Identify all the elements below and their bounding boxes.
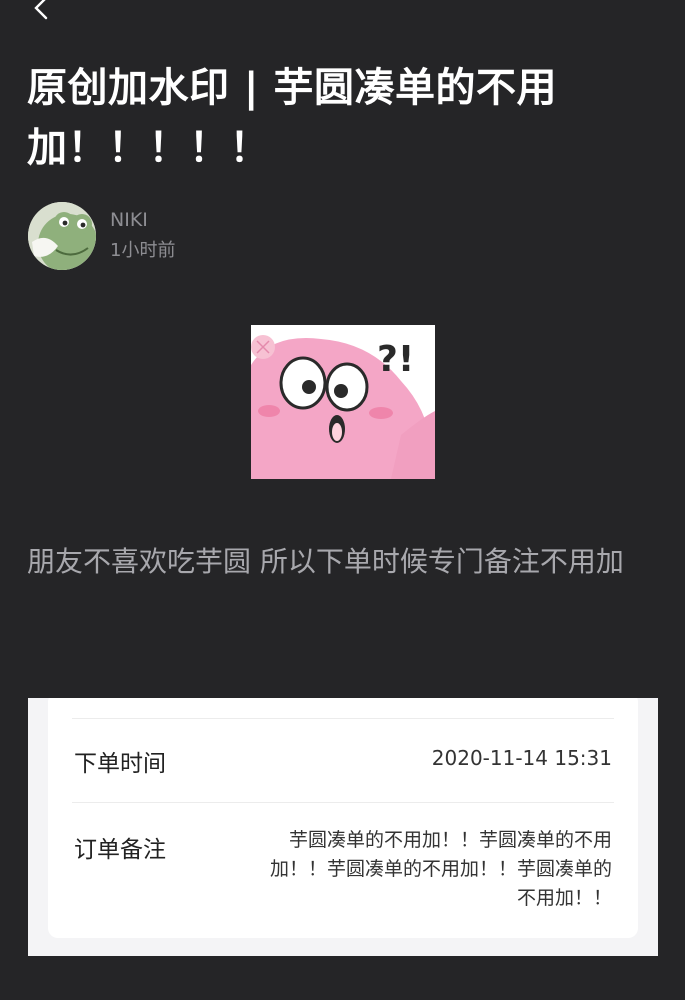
- order-note-value: 芋圆凑单的不用加！！芋圆凑单的不用加！！芋圆凑单的不用加！！芋圆凑单的不用加！！: [269, 829, 612, 909]
- order-note-label: 订单备注: [74, 837, 166, 863]
- divider: [72, 802, 614, 803]
- sticker-caption: ?!: [377, 339, 414, 380]
- author-name[interactable]: NIKI: [110, 207, 175, 233]
- author-info: NIKI 1小时前: [28, 200, 175, 272]
- back-button[interactable]: [30, 0, 54, 20]
- order-card: 下单时间 2020-11-14 15:31 订单备注 芋圆凑单的不用加！！芋圆凑…: [48, 698, 638, 938]
- post-title: 原创加水印 | 芋圆凑单的不用加！！！！！: [27, 65, 557, 171]
- sticker-image: ?!: [251, 325, 435, 479]
- post-body: 朋友不喜欢吃芋圆 所以下单时候专门备注不用加: [27, 545, 624, 578]
- chevron-left-icon: [34, 0, 48, 20]
- order-screenshot: 下单时间 2020-11-14 15:31 订单备注 芋圆凑单的不用加！！芋圆凑…: [28, 698, 658, 956]
- post-time: 1小时前: [110, 240, 176, 261]
- author-avatar[interactable]: [28, 202, 96, 270]
- pink-surprised-sticker-icon: ?!: [251, 325, 435, 479]
- order-time-value: 2020-11-14 15:31: [431, 746, 612, 770]
- divider: [72, 718, 614, 719]
- order-time-label: 下单时间: [74, 751, 166, 777]
- frog-avatar-icon: [28, 202, 96, 270]
